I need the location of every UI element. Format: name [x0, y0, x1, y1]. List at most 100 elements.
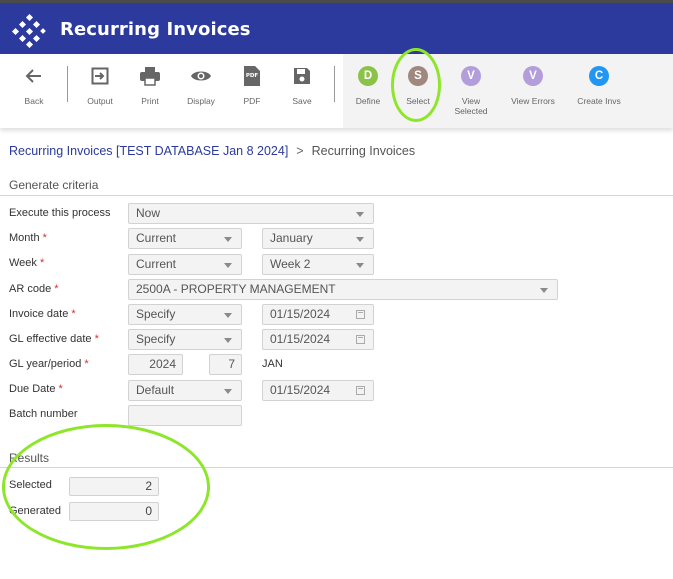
calendar-icon[interactable] [356, 386, 365, 395]
create-invs-circle-icon: C [589, 66, 609, 86]
gl-period-input[interactable]: 7 [209, 354, 242, 375]
calendar-icon[interactable] [356, 310, 365, 319]
chevron-down-icon [224, 263, 232, 268]
invoice-date-mode: Specify [136, 307, 176, 321]
chevron-down-icon [224, 338, 232, 343]
due-date-value: 01/15/2024 [270, 383, 331, 397]
gl-effective-date-field[interactable]: 01/15/2024 [262, 329, 374, 350]
view-errors-circle-icon: V [523, 66, 543, 86]
save-label: Save [292, 96, 312, 106]
required-mark: * [54, 283, 59, 295]
chevron-down-icon [356, 237, 364, 242]
criteria-section-title: Generate criteria [9, 178, 99, 192]
pdf-file-icon: PDF [244, 66, 260, 86]
chevron-down-icon [540, 288, 548, 293]
app-logo-icon [12, 14, 46, 48]
breadcrumb-link[interactable]: Recurring Invoices [TEST DATABASE Jan 8 … [9, 144, 288, 158]
create-invs-button[interactable]: C Create Invs [569, 64, 629, 106]
create-invs-label: Create Invs [577, 96, 621, 106]
view-errors-label: View Errors [511, 96, 555, 106]
results-highlight-ring [2, 424, 210, 550]
gl-year-input[interactable]: 2024 [128, 354, 183, 375]
due-date-label: Due Date * [9, 383, 63, 395]
ar-code-label-text: AR code [9, 283, 52, 295]
batch-number-input[interactable] [128, 405, 242, 426]
execute-label: Execute this process [9, 207, 111, 219]
due-date-field[interactable]: 01/15/2024 [262, 380, 374, 401]
view-selected-label-line2: Selected [454, 106, 488, 116]
chevron-down-icon [224, 313, 232, 318]
invoice-date-label: Invoice date * [9, 308, 76, 320]
breadcrumb-separator: > [296, 144, 304, 158]
view-selected-button[interactable]: V View Selected [441, 64, 501, 116]
ar-code-label: AR code * [9, 283, 59, 295]
chevron-down-icon [356, 263, 364, 268]
gl-effective-mode-select[interactable]: Specify [128, 329, 242, 350]
month-name-value: January [270, 231, 313, 245]
app-header: Recurring Invoices [0, 0, 673, 54]
define-circle-icon: D [358, 66, 378, 86]
required-mark: * [84, 358, 89, 370]
week-value: Current [136, 257, 177, 271]
required-mark: * [71, 308, 76, 320]
execute-select[interactable]: Now [128, 203, 374, 224]
output-icon [91, 67, 109, 85]
back-label: Back [24, 96, 44, 106]
gl-month-text: JAN [262, 358, 283, 370]
week-label-text: Week [9, 257, 37, 269]
gl-effective-date-label-text: GL effective date [9, 333, 92, 345]
toolbar: Back Output Print Display PDF PDF Save D… [0, 54, 673, 128]
invoice-date-value: 01/15/2024 [270, 307, 331, 321]
gl-year-period-label: GL year/period * [9, 358, 89, 370]
month-label-text: Month [9, 232, 40, 244]
required-mark: * [39, 257, 45, 269]
back-button[interactable]: Back [4, 64, 64, 106]
view-errors-button[interactable]: V View Errors [503, 64, 563, 106]
breadcrumb-current: Recurring Invoices [311, 144, 416, 158]
save-disk-icon [294, 68, 310, 84]
ar-code-select[interactable]: 2500A - PROPERTY MANAGEMENT [128, 279, 558, 300]
required-mark: * [58, 383, 63, 395]
week-name-select[interactable]: Week 2 [262, 254, 374, 275]
due-date-mode: Default [136, 383, 175, 397]
toolbar-divider [334, 66, 335, 102]
chevron-down-icon [224, 237, 232, 242]
gl-effective-date-label: GL effective date * [9, 333, 99, 345]
batch-number-label: Batch number [9, 408, 78, 420]
chevron-down-icon [224, 389, 232, 394]
app-title: Recurring Invoices [60, 19, 251, 40]
month-name-select[interactable]: January [262, 228, 374, 249]
view-selected-label: View Selected [441, 96, 501, 116]
gl-effective-date-value: 01/15/2024 [270, 332, 331, 346]
save-button[interactable]: Save [272, 64, 332, 106]
invoice-date-mode-select[interactable]: Specify [128, 304, 242, 325]
breadcrumb: Recurring Invoices [TEST DATABASE Jan 8 … [9, 144, 415, 158]
month-label: Month * [9, 232, 47, 244]
select-highlight-ring [391, 48, 441, 122]
month-value: Current [136, 231, 177, 245]
page: { "app": { "title": "Recurring Invoices"… [0, 0, 673, 579]
gl-effective-mode: Specify [136, 332, 176, 346]
invoice-date-field[interactable]: 01/15/2024 [262, 304, 374, 325]
month-select[interactable]: Current [128, 228, 242, 249]
printer-icon [140, 67, 160, 86]
view-selected-circle-icon: V [461, 66, 481, 86]
execute-value: Now [136, 206, 161, 220]
due-date-mode-select[interactable]: Default [128, 380, 242, 401]
due-date-label-text: Due Date [9, 383, 56, 395]
chevron-down-icon [356, 212, 364, 217]
back-arrow-icon [25, 69, 41, 83]
week-select[interactable]: Current [128, 254, 242, 275]
view-selected-label-line1: View [461, 96, 481, 106]
toolbar-divider [67, 66, 68, 102]
eye-icon [191, 71, 211, 81]
section-divider [0, 195, 673, 196]
invoice-date-label-text: Invoice date [9, 308, 69, 320]
calendar-icon[interactable] [356, 335, 365, 344]
gl-year-period-label-text: GL year/period [9, 358, 82, 370]
required-mark: * [94, 333, 99, 345]
week-label: Week * [9, 257, 44, 269]
required-mark: * [42, 232, 47, 244]
ar-code-value: 2500A - PROPERTY MANAGEMENT [136, 282, 336, 296]
week-name-value: Week 2 [270, 257, 311, 271]
